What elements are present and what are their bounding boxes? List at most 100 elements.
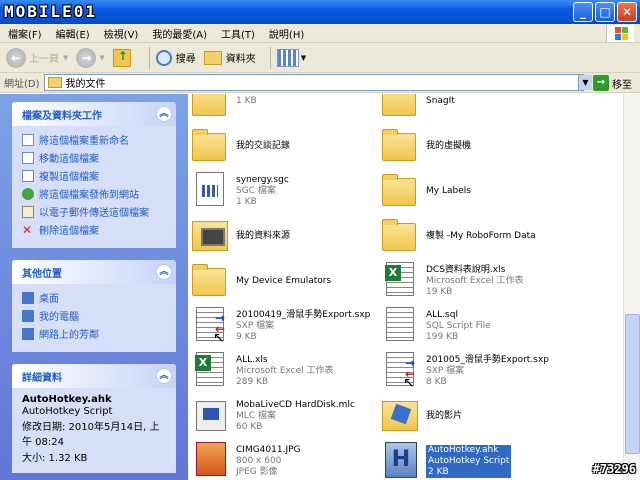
task-pane: 檔案及資料夾工作 ︽ 將這個檔案重新命名移動這個檔案複製這個檔案將這個檔案發佈到…	[0, 94, 188, 480]
up-folder-button[interactable]	[112, 48, 135, 67]
forward-dropdown-icon[interactable]: ▼	[99, 54, 104, 62]
search-button[interactable]: 搜尋	[155, 49, 196, 66]
task-item-label: 以電子郵件傳送這個檔案	[39, 208, 149, 219]
file-type: AutoHotkey Script	[428, 455, 510, 466]
menu-tools[interactable]: 工具(T)	[221, 26, 255, 41]
collapse-chevron-icon[interactable]: ︽	[156, 368, 172, 384]
place-item[interactable]: 網路上的芳鄰	[22, 326, 168, 341]
views-button[interactable]: ▼	[276, 48, 306, 67]
menu-file[interactable]: 檔案(F)	[8, 26, 42, 41]
folder-icon	[382, 217, 420, 255]
maximize-button[interactable]: □	[595, 2, 615, 22]
close-button[interactable]: ✕	[617, 2, 637, 22]
other-places-title: 其他位置	[22, 268, 62, 280]
file-name: 我的虛擬機	[426, 140, 472, 151]
collapse-chevron-icon[interactable]: ︽	[156, 106, 172, 122]
file-type: 800 x 600	[236, 455, 282, 466]
task-item[interactable]: 將這個檔案發佈到網站	[22, 186, 168, 201]
details-header[interactable]: 詳細資料 ︽	[12, 364, 176, 388]
network-icon	[22, 327, 34, 340]
file-tasks-list: 將這個檔案重新命名移動這個檔案複製這個檔案將這個檔案發佈到網站 以電子郵件傳送這個…	[12, 126, 176, 248]
task-item-label: 將這個檔案重新命名	[39, 136, 129, 147]
file-type: SQL Script File	[426, 320, 491, 331]
task-item-label: 將這個檔案發佈到網站	[39, 190, 139, 201]
file-tasks-header[interactable]: 檔案及資料夾工作 ︽	[12, 102, 176, 126]
excel-file-icon: X	[192, 352, 230, 390]
task-item[interactable]: 將這個檔案重新命名	[22, 132, 168, 147]
task-item[interactable]: ✕ 刪除這個檔案	[22, 222, 168, 238]
menu-view[interactable]: 檢視(V)	[104, 26, 139, 41]
place-item[interactable]: 桌面	[22, 290, 168, 305]
task-item[interactable]: 以電子郵件傳送這個檔案	[22, 204, 168, 219]
details-filename: AutoHotkey.ahk	[22, 394, 112, 405]
file-size: 1 KB	[236, 95, 257, 106]
go-button[interactable]: → 移至	[593, 75, 632, 91]
file-meta: ALL.sql SQL Script File 199 KB	[426, 310, 491, 343]
my-documents-icon	[47, 77, 62, 88]
other-places-header[interactable]: 其他位置 ︽	[12, 260, 176, 284]
forward-button[interactable]: → ▼	[76, 47, 105, 68]
file-size: 199 KB	[426, 331, 459, 342]
menu-help[interactable]: 說明(H)	[269, 26, 304, 41]
views-icon	[276, 48, 299, 67]
sgc-file-icon	[192, 172, 230, 210]
title-bar: MOBILE01 _ □ ✕	[0, 0, 640, 24]
collapse-chevron-icon[interactable]: ︽	[156, 264, 172, 280]
file-name: 我的交談記錄	[236, 140, 291, 151]
views-dropdown-icon[interactable]: ▼	[301, 54, 306, 62]
data-source-icon	[192, 217, 230, 255]
folders-button[interactable]: 資料夾	[203, 50, 256, 65]
file-meta: 20100419_滑鼠手勢Export.sxp SXP 檔案 9 KB	[236, 310, 370, 343]
file-name: 20100419_滑鼠手勢Export.sxp	[236, 309, 371, 320]
place-item-label: 桌面	[39, 294, 59, 305]
window-controls: _ □ ✕	[573, 2, 637, 22]
menu-edit[interactable]: 編輯(E)	[56, 26, 90, 41]
file-meta: 1 KB	[236, 96, 257, 107]
file-meta: AutoHotkey.ahk AutoHotkey Script 2 KB	[426, 444, 512, 478]
desktop-icon	[22, 291, 34, 304]
move-icon	[22, 151, 34, 164]
file-meta: MobaLiveCD HardDisk.mlc MLC 檔案 60 KB	[236, 400, 355, 433]
file-type: SXP 檔案	[426, 365, 465, 376]
publish-icon	[22, 187, 34, 200]
file-size: 1 KB	[236, 196, 257, 207]
back-button[interactable]: ← 上一頁 ▼	[6, 47, 68, 68]
details-body: AutoHotkey.ahk AutoHotkey Script 修改日期: 2…	[12, 388, 176, 473]
file-name: My Device Emulators	[236, 275, 332, 286]
delete-icon: ✕	[22, 222, 33, 237]
file-size: 19 KB	[426, 286, 453, 297]
other-places-list: 桌面我的電腦網路上的芳鄰	[12, 284, 176, 352]
file-meta: 我的虛擬機	[426, 141, 471, 152]
vertical-scrollbar[interactable]	[623, 94, 640, 480]
task-item[interactable]: 移動這個檔案	[22, 150, 168, 165]
file-meta: ALL.xls Microsoft Excel 工作表 289 KB	[236, 355, 334, 388]
file-item[interactable]: CIMG4011.JPG 800 x 600 JPEG 影像	[192, 433, 392, 480]
file-meta: My Device Emulators	[236, 276, 331, 287]
file-size: 289 KB	[236, 376, 269, 387]
file-item[interactable]: H AutoHotkey.ahk AutoHotkey Script 2 KB	[382, 433, 582, 480]
address-dropdown-icon[interactable]: ▼	[578, 75, 592, 90]
folder-icon	[192, 127, 230, 165]
video-folder-icon	[382, 397, 420, 435]
file-meta: 我的影片	[426, 411, 462, 422]
address-value: 我的文件	[65, 79, 106, 90]
go-arrow-icon: →	[593, 75, 609, 91]
file-name: ALL.xls	[236, 354, 268, 365]
mobile01-logo: MOBILE01	[4, 2, 98, 21]
menu-favorites[interactable]: 我的最愛(A)	[152, 26, 207, 41]
details-size: 大小: 1.32 KB	[22, 453, 88, 464]
file-meta: CIMG4011.JPG 800 x 600 JPEG 影像	[236, 445, 301, 478]
sxp-file-icon: → ← ↖	[382, 352, 420, 391]
place-item[interactable]: 我的電腦	[22, 308, 168, 323]
task-item-label: 複製這個檔案	[39, 172, 99, 183]
address-input[interactable]: 我的文件	[43, 74, 584, 91]
sxp-file-icon: → ← ↖	[192, 307, 230, 346]
task-item[interactable]: 複製這個檔案	[22, 168, 168, 183]
back-dropdown-icon[interactable]: ▼	[63, 54, 68, 62]
file-name: 201005_滑鼠手勢Export.sxp	[426, 354, 549, 365]
file-name: SnagIt	[426, 95, 455, 106]
scrollbar-thumb[interactable]	[625, 314, 640, 454]
file-list-view: 1 KB SnagIt 我的交談記錄 我的虛擬機 synergy.sgc SGC 檔案 1 …	[188, 94, 623, 480]
folder-icon	[382, 172, 420, 210]
minimize-button[interactable]: _	[573, 2, 593, 22]
